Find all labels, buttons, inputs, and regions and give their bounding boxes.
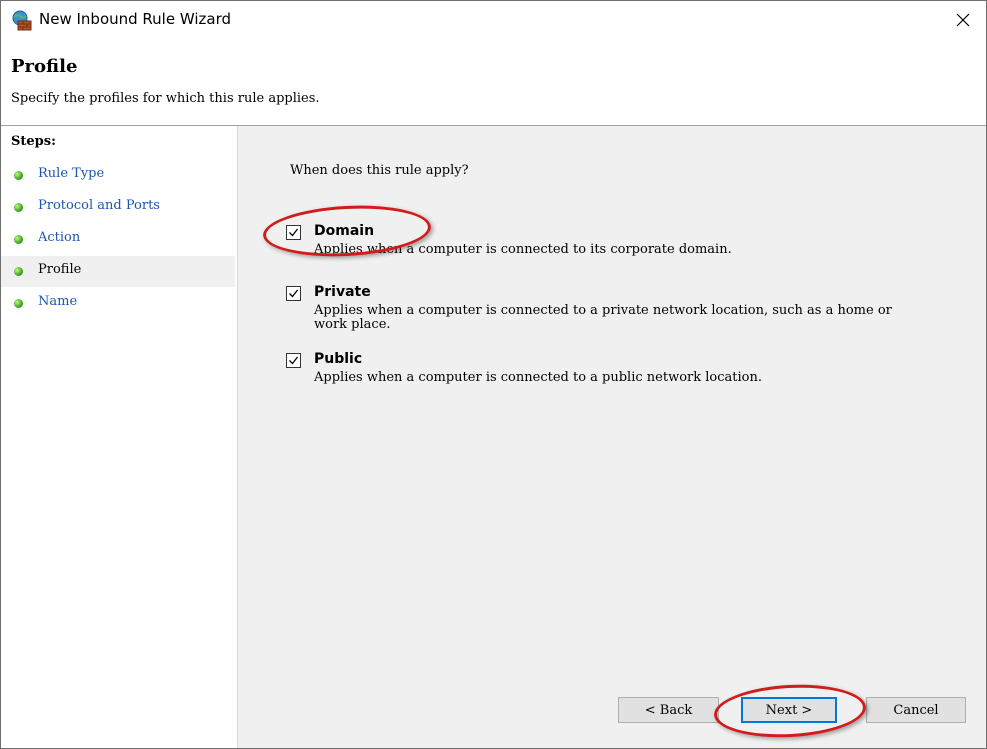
step-label: Profile xyxy=(38,262,82,277)
checkmark-icon xyxy=(289,356,299,365)
private-checkbox[interactable] xyxy=(286,286,301,301)
checkmark-icon xyxy=(289,289,299,298)
domain-checkbox[interactable] xyxy=(286,225,301,240)
next-button[interactable]: Next > xyxy=(741,697,837,723)
back-button[interactable]: < Back xyxy=(618,697,719,723)
checkmark-icon xyxy=(289,228,299,237)
step-rule-type[interactable]: Rule Type xyxy=(1,160,235,191)
public-label[interactable]: Public xyxy=(314,351,362,367)
step-protocol-and-ports[interactable]: Protocol and Ports xyxy=(1,192,235,223)
window-title: New Inbound Rule Wizard xyxy=(39,10,231,28)
step-bullet-icon xyxy=(14,267,23,276)
steps-title: Steps: xyxy=(11,134,56,149)
firewall-globe-icon xyxy=(11,10,33,32)
step-label[interactable]: Rule Type xyxy=(38,166,104,181)
steps-panel: Steps: Rule Type Protocol and Ports Acti… xyxy=(1,126,238,748)
private-description: Applies when a computer is connected to … xyxy=(314,303,892,332)
page-subtitle: Specify the profiles for which this rule… xyxy=(11,91,320,106)
wizard-window: New Inbound Rule Wizard Profile Specify … xyxy=(0,0,987,749)
step-name[interactable]: Name xyxy=(1,288,235,319)
close-icon[interactable] xyxy=(956,13,970,27)
content-panel: When does this rule apply? Domain Applie… xyxy=(238,126,986,748)
step-label[interactable]: Name xyxy=(38,294,77,309)
domain-label[interactable]: Domain xyxy=(314,223,374,239)
title-bar: New Inbound Rule Wizard xyxy=(1,1,986,39)
step-bullet-icon xyxy=(14,171,23,180)
step-label[interactable]: Protocol and Ports xyxy=(38,198,160,213)
step-bullet-icon xyxy=(14,235,23,244)
step-profile[interactable]: Profile xyxy=(1,256,235,287)
step-action[interactable]: Action xyxy=(1,224,235,255)
domain-description: Applies when a computer is connected to … xyxy=(314,242,732,257)
wizard-header: Profile Specify the profiles for which t… xyxy=(1,39,986,126)
step-label[interactable]: Action xyxy=(38,230,80,245)
page-title: Profile xyxy=(11,56,78,77)
private-label[interactable]: Private xyxy=(314,284,371,300)
step-bullet-icon xyxy=(14,203,23,212)
public-checkbox[interactable] xyxy=(286,353,301,368)
step-bullet-icon xyxy=(14,299,23,308)
question-text: When does this rule apply? xyxy=(290,163,469,178)
close-button[interactable] xyxy=(940,1,986,39)
cancel-button[interactable]: Cancel xyxy=(866,697,966,723)
public-description: Applies when a computer is connected to … xyxy=(314,370,762,385)
